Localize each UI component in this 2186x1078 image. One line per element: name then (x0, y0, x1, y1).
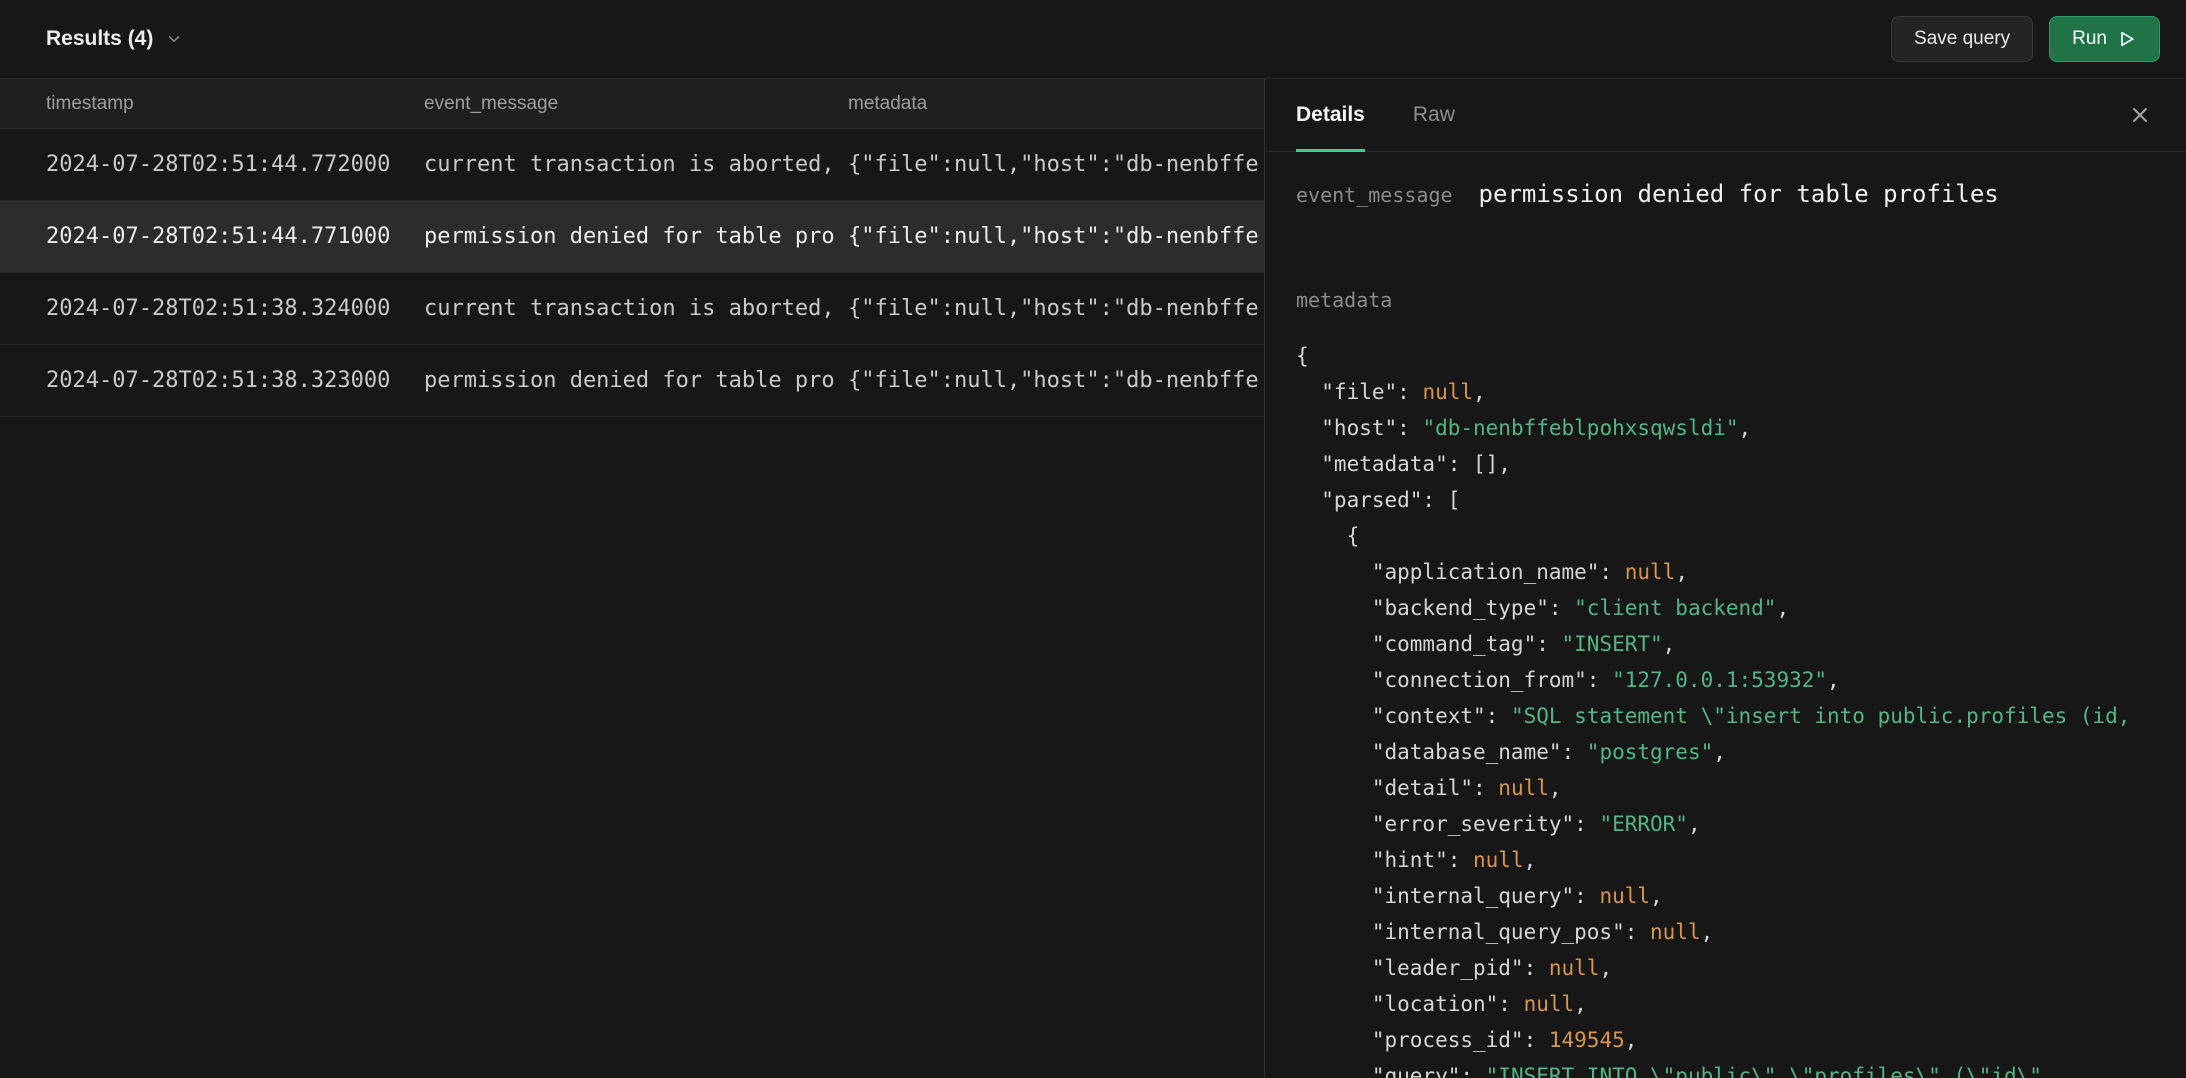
json-line: "leader_pid": null, (1296, 950, 2186, 986)
table-row[interactable]: 2024-07-28T02:51:38.324000current transa… (0, 273, 1264, 345)
json-line: "error_severity": "ERROR", (1296, 806, 2186, 842)
save-query-button[interactable]: Save query (1891, 16, 2033, 62)
table-body: 2024-07-28T02:51:44.772000current transa… (0, 129, 1264, 1078)
json-line: "process_id": 149545, (1296, 1022, 2186, 1058)
cell-metadata: {"file":null,"host":"db-nenbffe (834, 224, 1264, 249)
cell-metadata: {"file":null,"host":"db-nenbffe (834, 296, 1264, 321)
event-message-value: permission denied for table profiles (1479, 180, 1999, 208)
cell-timestamp: 2024-07-28T02:51:44.772000 (0, 152, 409, 177)
json-line: { (1296, 518, 2186, 554)
json-line: "file": null, (1296, 374, 2186, 410)
play-icon (2117, 29, 2137, 49)
close-button[interactable] (2122, 97, 2158, 133)
json-line: "hint": null, (1296, 842, 2186, 878)
event-message-label: event_message (1296, 183, 1453, 207)
table-row[interactable]: 2024-07-28T02:51:44.771000permission den… (0, 201, 1264, 273)
table-row[interactable]: 2024-07-28T02:51:38.323000permission den… (0, 345, 1264, 417)
event-message-row: event_message permission denied for tabl… (1296, 180, 2186, 208)
json-line: "location": null, (1296, 986, 2186, 1022)
cell-event-message: current transaction is aborted, (409, 296, 834, 321)
json-line: "query": "INSERT INTO \"public\".\"profi… (1296, 1058, 2186, 1078)
json-line: "metadata": [], (1296, 446, 2186, 482)
results-label: Results (4) (46, 27, 153, 51)
json-line: "internal_query": null, (1296, 878, 2186, 914)
run-label: Run (2072, 28, 2107, 50)
content-area: timestamp event_message metadata 2024-07… (0, 78, 2186, 1078)
tab-raw[interactable]: Raw (1413, 79, 1455, 151)
topbar-actions: Save query Run (1891, 16, 2160, 62)
json-line: "application_name": null, (1296, 554, 2186, 590)
table-header-row: timestamp event_message metadata (0, 79, 1264, 129)
metadata-json: { "file": null, "host": "db-nenbffeblpoh… (1296, 338, 2186, 1078)
topbar: Results (4) Save query Run (0, 0, 2186, 78)
column-header-metadata[interactable]: metadata (834, 93, 1264, 115)
details-panel: Details Raw event_message permission den… (1264, 79, 2186, 1078)
json-line: "internal_query_pos": null, (1296, 914, 2186, 950)
json-line: "parsed": [ (1296, 482, 2186, 518)
json-line: "database_name": "postgres", (1296, 734, 2186, 770)
json-line: "host": "db-nenbffeblpohxsqwsldi", (1296, 410, 2186, 446)
column-header-event-message[interactable]: event_message (409, 93, 834, 115)
results-table: timestamp event_message metadata 2024-07… (0, 79, 1264, 1078)
metadata-label: metadata (1296, 288, 2186, 312)
chevron-down-icon (165, 30, 183, 48)
details-body: event_message permission denied for tabl… (1265, 152, 2186, 1078)
cell-metadata: {"file":null,"host":"db-nenbffe (834, 368, 1264, 393)
run-button[interactable]: Run (2049, 16, 2160, 62)
json-line: "backend_type": "client backend", (1296, 590, 2186, 626)
json-line: { (1296, 338, 2186, 374)
results-dropdown[interactable]: Results (4) (46, 27, 183, 51)
json-line: "command_tag": "INSERT", (1296, 626, 2186, 662)
cell-event-message: current transaction is aborted, (409, 152, 834, 177)
tab-details[interactable]: Details (1296, 79, 1365, 151)
json-line: "connection_from": "127.0.0.1:53932", (1296, 662, 2186, 698)
cell-timestamp: 2024-07-28T02:51:44.771000 (0, 224, 409, 249)
json-line: "context": "SQL statement \"insert into … (1296, 698, 2186, 734)
details-tabs: Details Raw (1265, 79, 2186, 152)
cell-metadata: {"file":null,"host":"db-nenbffe (834, 152, 1264, 177)
cell-event-message: permission denied for table pro (409, 368, 834, 393)
table-row[interactable]: 2024-07-28T02:51:44.772000current transa… (0, 129, 1264, 201)
cell-event-message: permission denied for table pro (409, 224, 834, 249)
cell-timestamp: 2024-07-28T02:51:38.323000 (0, 368, 409, 393)
logs-explorer-app: Results (4) Save query Run timestamp eve… (0, 0, 2186, 1078)
close-icon (2128, 115, 2152, 130)
column-header-timestamp[interactable]: timestamp (0, 93, 409, 115)
cell-timestamp: 2024-07-28T02:51:38.324000 (0, 296, 409, 321)
json-line: "detail": null, (1296, 770, 2186, 806)
